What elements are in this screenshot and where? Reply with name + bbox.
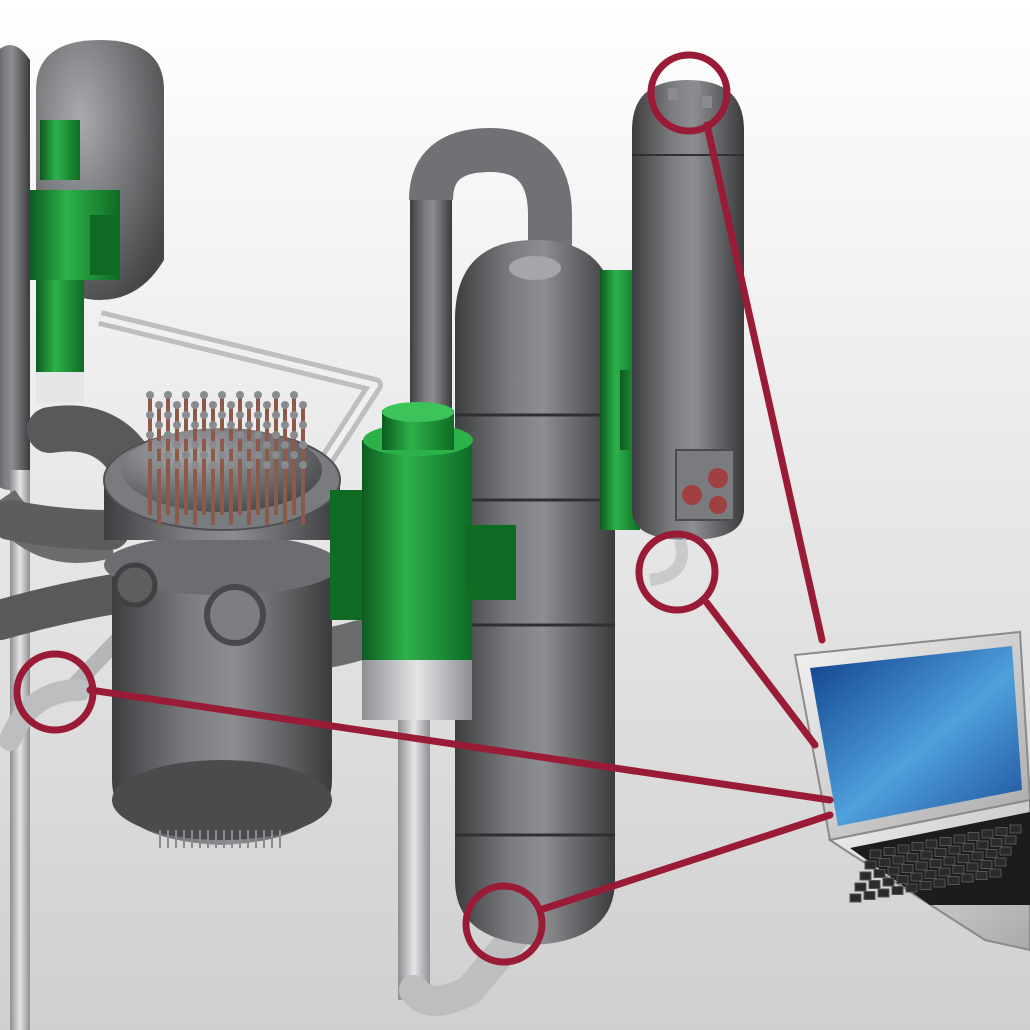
diagram-stage	[0, 0, 1030, 1030]
pressurizer	[632, 80, 744, 586]
cold-leg-pipe-vertical	[398, 700, 430, 1000]
reactor-pressure-vessel	[103, 391, 341, 848]
reactor-system-illustration	[0, 0, 1030, 1030]
